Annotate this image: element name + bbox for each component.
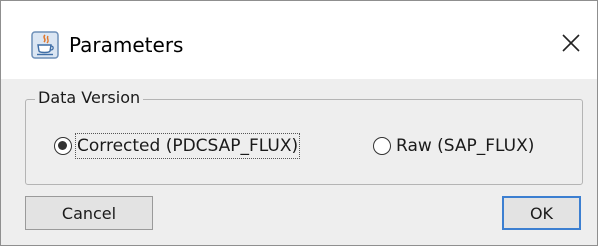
cancel-button[interactable]: Cancel — [25, 196, 153, 230]
radio-button-selected[interactable] — [54, 137, 72, 155]
dialog-content: Data Version Corrected (PDCSAP_FLUX) Raw… — [1, 79, 597, 245]
group-label: Data Version — [35, 87, 144, 109]
parameters-dialog: Parameters Data Version Corrected (PDCSA… — [0, 0, 598, 246]
java-cup-icon — [31, 31, 59, 59]
title-bar: Parameters — [1, 1, 597, 79]
ok-button[interactable]: OK — [502, 196, 581, 230]
radio-raw[interactable]: Raw (SAP_FLUX) — [373, 135, 534, 157]
radio-corrected-label[interactable]: Corrected (PDCSAP_FLUX) — [74, 133, 301, 159]
close-icon — [561, 33, 581, 57]
radio-button-unselected[interactable] — [373, 137, 391, 155]
close-button[interactable] — [553, 27, 589, 63]
dialog-title: Parameters — [69, 33, 184, 57]
radio-raw-label[interactable]: Raw (SAP_FLUX) — [396, 135, 534, 157]
radio-corrected[interactable]: Corrected (PDCSAP_FLUX) — [54, 133, 301, 159]
